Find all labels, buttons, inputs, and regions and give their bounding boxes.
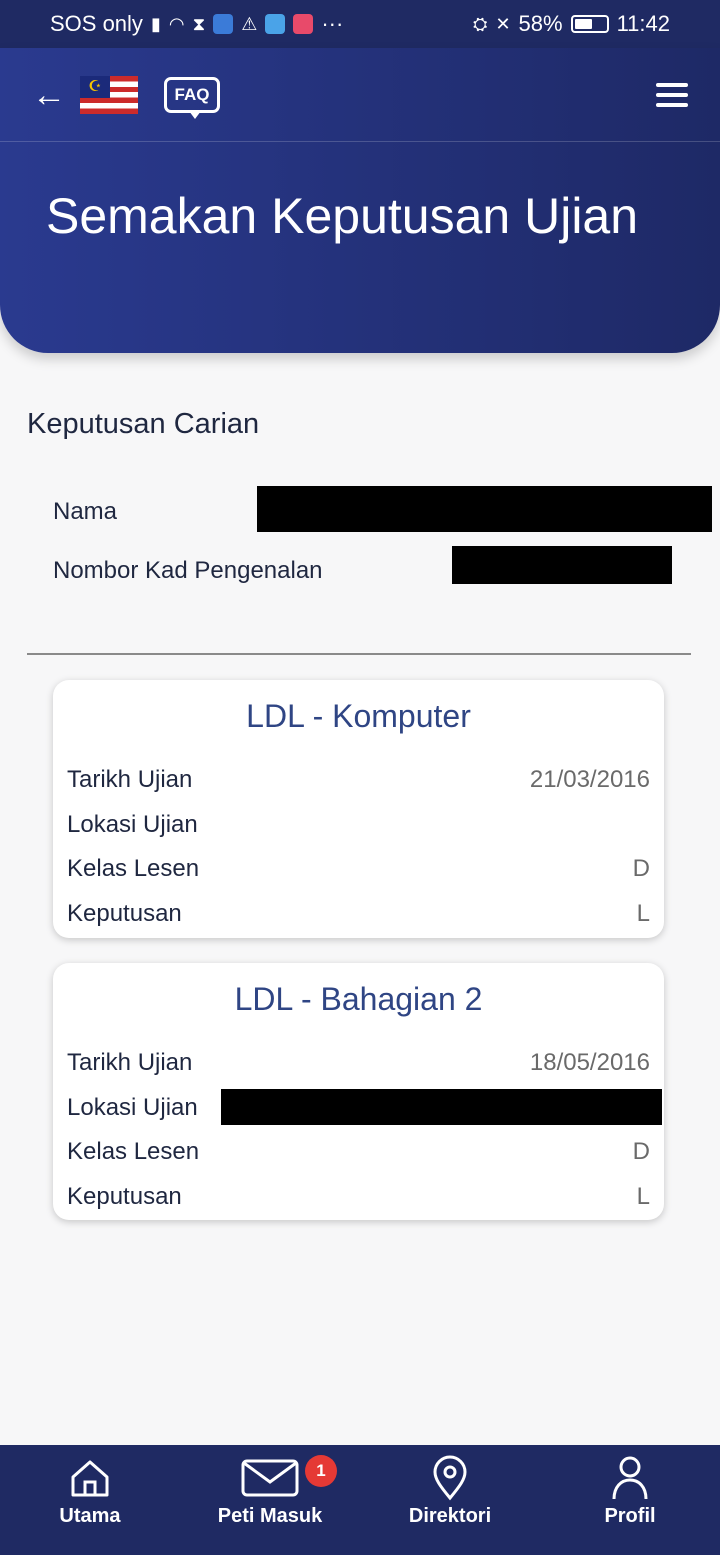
nav-item-direktori[interactable]: Direktori (365, 1455, 535, 1528)
row-value: 21/03/2016 (529, 766, 650, 794)
nav-item-utama[interactable]: Utama (5, 1455, 175, 1528)
card-row-test-location: Lokasi Ujian (53, 803, 664, 848)
row-label: Tarikh Ujian (67, 1049, 193, 1077)
nav-label: Peti Masuk (217, 1505, 323, 1527)
search-result-title: Keputusan Carian (27, 408, 260, 440)
more-notifications-icon: ··· (321, 11, 344, 36)
row-value: 18/05/2016 (529, 1049, 650, 1077)
carrier-text: SOS only (50, 11, 143, 36)
card-title: LDL - Bahagian 2 (234, 981, 483, 1017)
back-arrow-icon[interactable]: ← (32, 78, 72, 112)
row-value: L (636, 899, 650, 927)
name-redaction (257, 486, 712, 532)
card-row-license-class: Kelas Lesen D (53, 1130, 664, 1175)
warning-icon: ⚠ (241, 13, 258, 34)
battery-icon (570, 15, 609, 33)
page-title: Semakan Keputusan Ujian (46, 188, 639, 244)
section-divider (27, 653, 691, 655)
app-notification-icon (213, 14, 234, 34)
wifi-icon: ◠ (168, 13, 185, 34)
row-label: Kelas Lesen (67, 855, 200, 883)
card-row-test-date: Tarikh Ujian 18/05/2016 (53, 1041, 664, 1086)
ic-number-redaction (452, 546, 672, 584)
battery-level (574, 19, 592, 29)
battery-percent: 58% (518, 11, 563, 36)
hamburger-menu-icon[interactable] (656, 82, 688, 107)
person-icon (610, 1455, 650, 1501)
location-redaction (221, 1088, 662, 1125)
hourglass-icon: ⧗ (192, 13, 206, 34)
status-right: ⛭ ✕ 58% 11:42 (473, 11, 670, 37)
row-label: Lokasi Ujian (67, 1093, 198, 1121)
nav-item-peti-masuk[interactable]: 1 Peti Masuk (185, 1455, 355, 1528)
row-label: Lokasi Ujian (67, 810, 198, 838)
nav-label: Profil (604, 1505, 656, 1527)
status-bar: SOS only ▮ ◠ ⧗ ⚠ ··· ⛭ ✕ 58% 11:42 (0, 0, 720, 48)
row-value: D (632, 1138, 650, 1166)
result-card: LDL - Komputer Tarikh Ujian 21/03/2016 L… (53, 680, 664, 938)
location-pin-icon (430, 1455, 470, 1501)
faq-icon[interactable]: FAQ (164, 76, 220, 119)
message-notification-icon (265, 14, 286, 34)
card-row-test-location: Lokasi Ujian (53, 1086, 664, 1131)
flag-canton: ☪ (80, 75, 110, 98)
vpn-icon: ⛭ (473, 13, 488, 34)
status-left: SOS only ▮ ◠ ⧗ ⚠ ··· (50, 11, 343, 37)
nav-label: Utama (59, 1505, 121, 1527)
top-bar: ← ☪ FAQ (0, 48, 720, 142)
card-row-result: Keputusan L (53, 1175, 664, 1220)
row-value: L (636, 1182, 650, 1210)
nav-label: Direktori (408, 1505, 492, 1527)
ic-number-label: Nombor Kad Pengenalan (53, 557, 323, 584)
card-row-license-class: Kelas Lesen D (53, 847, 664, 892)
signal-icon: ▮ (150, 13, 161, 34)
malaysia-flag-icon[interactable]: ☪ (80, 75, 138, 114)
home-icon (67, 1455, 113, 1501)
mail-icon (241, 1455, 299, 1501)
row-label: Tarikh Ujian (67, 766, 193, 794)
row-label: Keputusan (67, 899, 182, 927)
unread-badge: 1 (305, 1455, 337, 1487)
nav-item-profil[interactable]: Profil (545, 1455, 715, 1528)
card-title: LDL - Komputer (246, 698, 471, 734)
row-label: Keputusan (67, 1182, 182, 1210)
row-value: D (632, 855, 650, 883)
row-label: Kelas Lesen (67, 1138, 200, 1166)
card-row-result: Keputusan L (53, 892, 664, 937)
result-card: LDL - Bahagian 2 Tarikh Ujian 18/05/2016… (53, 963, 664, 1220)
bottom-nav: Utama 1 Peti Masuk Direktori Profil (0, 1445, 720, 1555)
clock: 11:42 (616, 11, 670, 36)
mute-icon: ✕ (495, 13, 511, 34)
name-label: Nama (53, 498, 118, 525)
location-notification-icon (293, 14, 314, 34)
app-header: ← ☪ FAQ Semakan Keputusan Ujian (0, 48, 720, 353)
card-row-test-date: Tarikh Ujian 21/03/2016 (53, 758, 664, 803)
